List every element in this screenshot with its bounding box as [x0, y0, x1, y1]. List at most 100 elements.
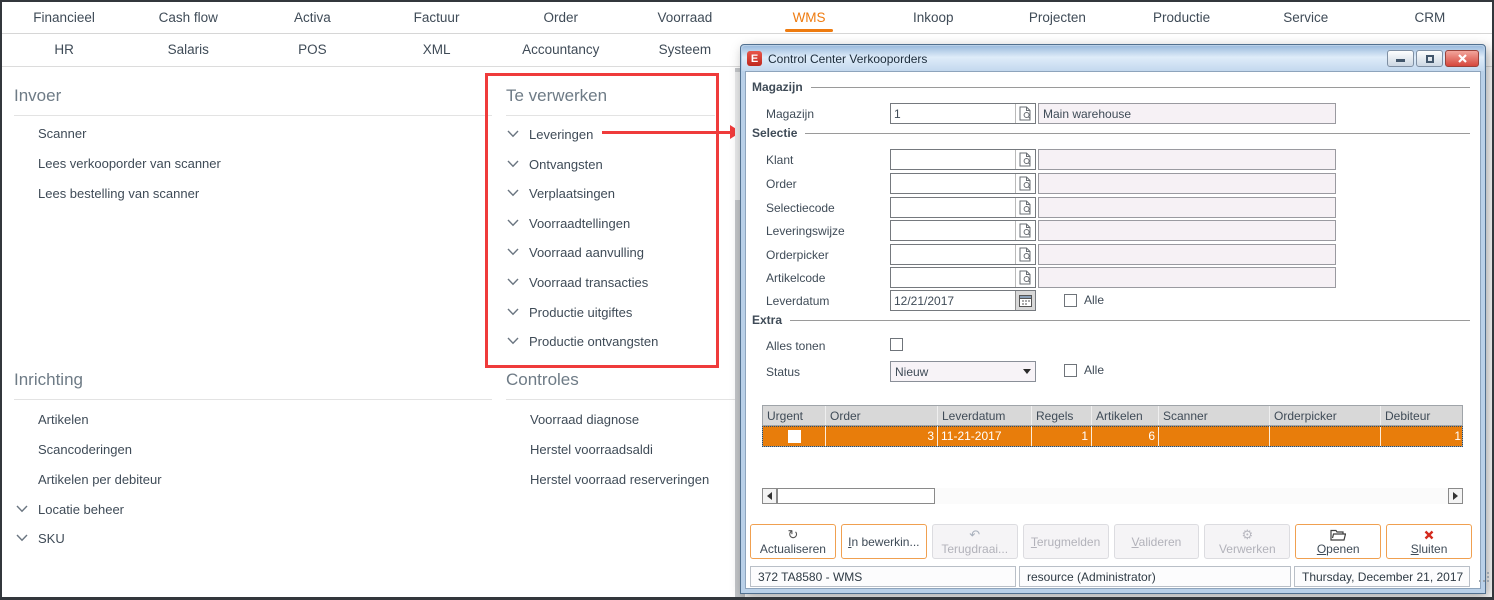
leverdatum-alle-checkbox-group: Alle: [1064, 293, 1104, 307]
browse-button[interactable]: [1015, 150, 1035, 169]
active-tab-underline: [785, 29, 833, 32]
menu-item-lees-verkooporder[interactable]: Lees verkooporder van scanner: [38, 154, 221, 172]
tab-factuur[interactable]: Factuur: [374, 2, 498, 33]
undo-icon: ↶: [969, 528, 980, 542]
leverdatum-cell: 11-21-2017: [937, 426, 1031, 446]
openen-button[interactable]: Openen: [1295, 524, 1381, 559]
order-input[interactable]: [890, 173, 1036, 194]
group-header-extra: Extra: [752, 313, 1470, 327]
field-label-order: Order: [766, 177, 797, 191]
actualiseren-button[interactable]: ↻ Actualiseren: [750, 524, 836, 559]
browse-button[interactable]: [1015, 104, 1035, 123]
browse-button[interactable]: [1015, 221, 1035, 240]
column-header-regels[interactable]: Regels: [1031, 406, 1091, 425]
status-dropdown[interactable]: Nieuw: [890, 361, 1036, 382]
tab-cash-flow[interactable]: Cash flow: [126, 2, 250, 33]
tab-crm[interactable]: CRM: [1368, 2, 1492, 33]
klant-description-field: [1038, 149, 1336, 170]
tab-activa[interactable]: Activa: [250, 2, 374, 33]
tab-financieel[interactable]: Financieel: [2, 2, 126, 33]
maximize-button[interactable]: [1416, 50, 1443, 67]
lookup-icon: [1019, 200, 1032, 215]
urgent-checkbox[interactable]: [788, 430, 801, 443]
column-header-orderpicker[interactable]: Orderpicker: [1269, 406, 1380, 425]
tab-salaris[interactable]: Salaris: [126, 34, 250, 65]
tab-hr[interactable]: HR: [2, 34, 126, 65]
leverdatum-input[interactable]: 12/21/2017: [890, 290, 1036, 311]
magazijn-input[interactable]: 1: [890, 103, 1036, 124]
column-header-debiteur[interactable]: Debiteur: [1380, 406, 1464, 425]
scroll-right-button[interactable]: [1448, 488, 1463, 504]
menu-item-locatie-beheer[interactable]: Locatie beheer: [16, 500, 124, 518]
scrollbar-thumb[interactable]: [777, 488, 935, 504]
minimize-button[interactable]: [1387, 50, 1414, 67]
table-horizontal-scrollbar[interactable]: [762, 488, 1463, 504]
app-window: Financieel Cash flow Activa Factuur Orde…: [0, 0, 1494, 600]
close-button[interactable]: [1445, 50, 1479, 67]
tab-voorraad[interactable]: Voorraad: [623, 2, 747, 33]
column-header-scanner[interactable]: Scanner: [1158, 406, 1269, 425]
menu-item-voorraad-diagnose[interactable]: Voorraad diagnose: [530, 410, 639, 428]
browse-button[interactable]: [1015, 245, 1035, 264]
tab-projecten[interactable]: Projecten: [995, 2, 1119, 33]
artikelcode-input[interactable]: [890, 267, 1036, 288]
klant-input[interactable]: [890, 149, 1036, 170]
menu-item-artikelen-per-debiteur[interactable]: Artikelen per debiteur: [38, 470, 162, 488]
menu-item-scanner[interactable]: Scanner: [38, 124, 86, 142]
statusbar-context: 372 TA8580 - WMS: [750, 566, 1016, 587]
debiteur-cell: 1: [1380, 426, 1464, 446]
browse-button[interactable]: [1015, 174, 1035, 193]
column-header-order[interactable]: Order: [825, 406, 937, 425]
button-label: Valideren: [1132, 535, 1182, 549]
terugdraaien-button[interactable]: ↶ Terugdraai...: [932, 524, 1018, 559]
lookup-icon: [1019, 106, 1032, 121]
statusbar-date: Thursday, December 21, 2017: [1294, 566, 1470, 587]
menu-item-herstel-voorraadsaldi[interactable]: Herstel voorraadsaldi: [530, 440, 653, 458]
selectiecode-description-field: [1038, 197, 1336, 218]
field-label-leveringswijze: Leveringswijze: [766, 224, 845, 238]
sluiten-button[interactable]: Sluiten: [1386, 524, 1472, 559]
browse-button[interactable]: [1015, 268, 1035, 287]
menu-item-sku[interactable]: SKU: [16, 529, 65, 547]
calendar-button[interactable]: [1015, 291, 1035, 310]
alle-checkbox[interactable]: [1064, 364, 1077, 377]
column-header-leverdatum[interactable]: Leverdatum: [937, 406, 1031, 425]
leveringswijze-input[interactable]: [890, 220, 1036, 241]
column-header-artikelen[interactable]: Artikelen: [1091, 406, 1158, 425]
scanner-cell: [1158, 426, 1269, 446]
orderpicker-input[interactable]: [890, 244, 1036, 265]
tab-productie[interactable]: Productie: [1119, 2, 1243, 33]
group-title: Extra: [752, 313, 782, 327]
artikelcode-description-field: [1038, 267, 1336, 288]
in-bewerking-button[interactable]: In bewerkin...: [841, 524, 927, 559]
tab-systeem[interactable]: Systeem: [623, 34, 747, 65]
tab-wms[interactable]: WMS: [747, 2, 871, 33]
calendar-icon: [1019, 294, 1032, 307]
table-row[interactable]: 3 11-21-2017 1 6 1: [762, 426, 1463, 447]
menu-item-herstel-voorraad-reserveringen[interactable]: Herstel voorraad reserveringen: [530, 470, 709, 488]
alles-tonen-checkbox[interactable]: [890, 338, 903, 351]
verwerken-button[interactable]: ⚙ Verwerken: [1204, 524, 1290, 559]
resize-grip[interactable]: [1479, 572, 1490, 586]
tab-order[interactable]: Order: [499, 2, 623, 33]
tab-service[interactable]: Service: [1244, 2, 1368, 33]
tab-pos[interactable]: POS: [250, 34, 374, 65]
menu-item-scancoderingen[interactable]: Scancoderingen: [38, 440, 132, 458]
tab-xml[interactable]: XML: [374, 34, 498, 65]
column-header-urgent[interactable]: Urgent: [763, 406, 825, 425]
dialog-titlebar[interactable]: E Control Center Verkooporders: [742, 46, 1484, 71]
selectiecode-input[interactable]: [890, 197, 1036, 218]
menu-item-artikelen[interactable]: Artikelen: [38, 410, 89, 428]
magazijn-value: 1: [891, 107, 1015, 121]
tab-inkoop[interactable]: Inkoop: [871, 2, 995, 33]
browse-button[interactable]: [1015, 198, 1035, 217]
menu-item-lees-bestelling[interactable]: Lees bestelling van scanner: [38, 184, 199, 202]
valideren-button[interactable]: Valideren: [1114, 524, 1200, 559]
urgent-cell: [763, 426, 825, 446]
alle-checkbox[interactable]: [1064, 294, 1077, 307]
item-label: SKU: [38, 531, 65, 546]
terugmelden-button[interactable]: Terugmelden: [1023, 524, 1109, 559]
tab-accountancy[interactable]: Accountancy: [499, 34, 623, 65]
order-description-field: [1038, 173, 1336, 194]
scroll-left-button[interactable]: [762, 488, 777, 504]
